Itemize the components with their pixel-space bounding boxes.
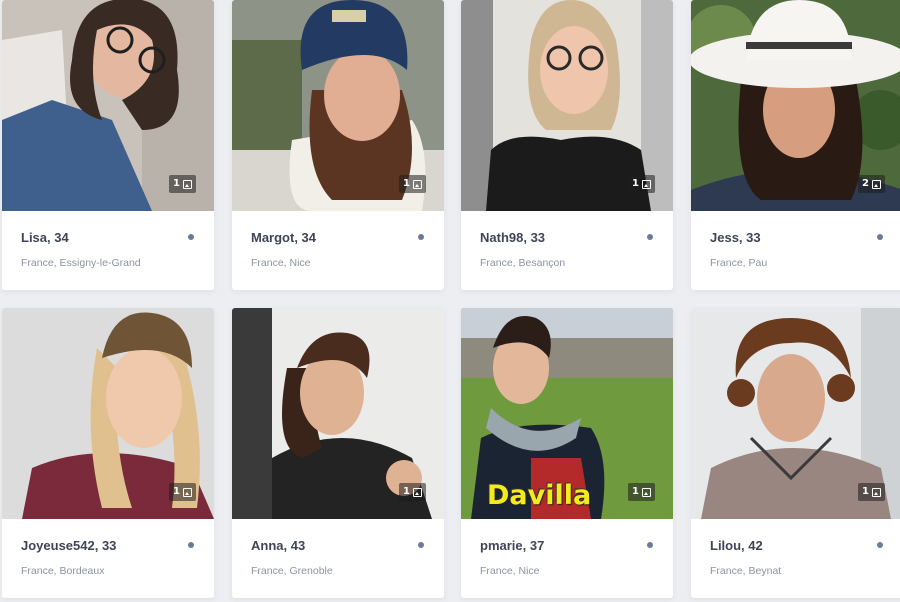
profile-grid: 1 Lisa, 34 France, Essigny-le-Grand 1 Ma…: [0, 0, 900, 602]
photo-count: 1: [403, 178, 410, 189]
profile-name-age[interactable]: Anna, 43: [251, 538, 305, 553]
profile-photo[interactable]: 2: [691, 0, 900, 211]
profile-card[interactable]: Davilla 1 pmarie, 37 France, Nice: [461, 308, 673, 598]
profile-photo[interactable]: Davilla 1: [461, 308, 673, 519]
photo-count-badge: 1: [169, 483, 196, 501]
profile-location: France, Beynat: [710, 565, 782, 577]
profile-info: Lisa, 34 France, Essigny-le-Grand: [2, 211, 214, 290]
profile-name-age[interactable]: Jess, 33: [710, 230, 761, 245]
profile-card[interactable]: 2 Jess, 33 France, Pau: [691, 0, 900, 290]
image-icon: [642, 487, 651, 497]
photo-count: 1: [632, 178, 639, 189]
profile-name-age[interactable]: Lilou, 42: [710, 538, 763, 553]
profile-info: Joyeuse542, 33 France, Bordeaux: [2, 519, 214, 598]
profile-location: France, Essigny-le-Grand: [21, 257, 141, 269]
photo-count-badge: 1: [399, 175, 426, 193]
profile-location: France, Besançon: [480, 257, 566, 269]
profile-location: France, Grenoble: [251, 565, 333, 577]
profile-info: Margot, 34 France, Nice: [232, 211, 444, 290]
image-icon: [413, 179, 422, 189]
profile-photo[interactable]: 1: [691, 308, 900, 519]
profile-info: pmarie, 37 France, Nice: [461, 519, 673, 598]
profile-location: France, Bordeaux: [21, 565, 105, 577]
photo-count: 2: [862, 178, 869, 189]
profile-name-age[interactable]: Margot, 34: [251, 230, 316, 245]
photo-count-badge: 1: [858, 483, 885, 501]
online-status-dot: [188, 234, 194, 240]
profile-photo[interactable]: 1: [2, 308, 214, 519]
profile-name-age[interactable]: Joyeuse542, 33: [21, 538, 116, 553]
online-status-dot: [188, 542, 194, 548]
online-status-dot: [877, 234, 883, 240]
online-status-dot: [877, 542, 883, 548]
profile-card[interactable]: 1 Nath98, 33 France, Besançon: [461, 0, 673, 290]
image-icon: [872, 179, 881, 189]
photo-caption: Davilla: [487, 480, 592, 511]
profile-card[interactable]: 1 Anna, 43 France, Grenoble: [232, 308, 444, 598]
profile-location: France, Pau: [710, 257, 768, 269]
online-status-dot: [647, 542, 653, 548]
profile-photo[interactable]: 1: [232, 308, 444, 519]
profile-name-age[interactable]: Nath98, 33: [480, 230, 545, 245]
photo-count: 1: [173, 486, 180, 497]
profile-card[interactable]: 1 Lilou, 42 France, Beynat: [691, 308, 900, 598]
profile-info: Anna, 43 France, Grenoble: [232, 519, 444, 598]
profile-info: Nath98, 33 France, Besançon: [461, 211, 673, 290]
profile-card[interactable]: 1 Joyeuse542, 33 France, Bordeaux: [2, 308, 214, 598]
photo-count: 1: [403, 486, 410, 497]
image-icon: [872, 487, 881, 497]
profile-info: Jess, 33 France, Pau: [691, 211, 900, 290]
online-status-dot: [418, 234, 424, 240]
profile-card[interactable]: 1 Margot, 34 France, Nice: [232, 0, 444, 290]
profile-name-age[interactable]: pmarie, 37: [480, 538, 544, 553]
photo-count-badge: 1: [399, 483, 426, 501]
profile-photo[interactable]: 1: [2, 0, 214, 211]
photo-count: 1: [862, 486, 869, 497]
online-status-dot: [647, 234, 653, 240]
image-icon: [183, 487, 192, 497]
photo-count-badge: 1: [628, 175, 655, 193]
image-icon: [413, 487, 422, 497]
profile-info: Lilou, 42 France, Beynat: [691, 519, 900, 598]
profile-card[interactable]: 1 Lisa, 34 France, Essigny-le-Grand: [2, 0, 214, 290]
profile-location: France, Nice: [251, 257, 311, 269]
profile-location: France, Nice: [480, 565, 540, 577]
photo-count-badge: 1: [169, 175, 196, 193]
photo-count-badge: 2: [858, 175, 885, 193]
profile-photo[interactable]: 1: [232, 0, 444, 211]
photo-count-badge: 1: [628, 483, 655, 501]
profile-photo[interactable]: 1: [461, 0, 673, 211]
online-status-dot: [418, 542, 424, 548]
profile-name-age[interactable]: Lisa, 34: [21, 230, 69, 245]
image-icon: [642, 179, 651, 189]
photo-count: 1: [632, 486, 639, 497]
photo-count: 1: [173, 178, 180, 189]
image-icon: [183, 179, 192, 189]
